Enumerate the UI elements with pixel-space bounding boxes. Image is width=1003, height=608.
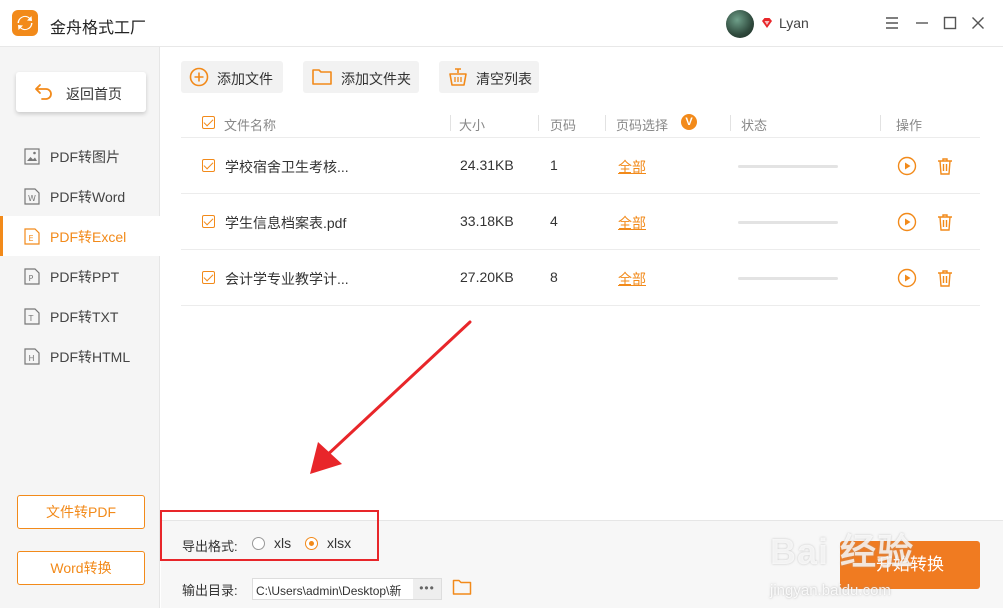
table-row[interactable]: 学生信息档案表.pdf 33.18KB 4 全部 [181,194,980,250]
sidebar-item-label: PDF转PPT [50,269,120,285]
sidebar-item-pdf-to-txt[interactable]: T PDF转TXT [0,296,160,336]
delete-icon[interactable] [935,268,955,288]
page-select-link[interactable]: 全部 [618,269,646,289]
maximize-icon[interactable] [939,12,961,34]
txt-file-icon: T [24,308,40,325]
add-folder-label: 添加文件夹 [341,71,411,87]
home-button-label: 返回首页 [66,86,122,102]
ppt-file-icon: P [24,268,40,285]
page-select-link[interactable]: 全部 [618,213,646,233]
app-logo-icon [12,10,38,36]
file-size: 24.31KB [460,157,514,173]
add-folder-button[interactable]: 添加文件夹 [303,61,419,93]
header-status: 状态 [741,118,768,133]
header-size: 大小 [459,118,486,133]
username[interactable]: Lyan [779,15,809,31]
file-size: 33.18KB [460,213,514,229]
sidebar-item-label: PDF转Word [50,189,126,205]
progress-bar [738,277,838,280]
image-file-icon [24,148,40,165]
broom-basket-icon [449,68,467,86]
folder-icon [312,69,332,85]
add-circle-icon [189,67,209,87]
svg-text:P: P [29,274,34,283]
page-count: 1 [550,157,558,173]
file-name: 学校宿舍卫生考核... [225,159,349,175]
table-row[interactable]: 会计学专业教学计... 27.20KB 8 全部 [181,250,980,306]
sidebar-item-label: PDF转Excel [50,229,127,245]
file-name: 学生信息档案表.pdf [225,215,347,231]
page-count: 8 [550,269,558,285]
app-title: 金舟格式工厂 [50,20,147,37]
sidebar-item-label: PDF转HTML [50,349,131,365]
annotation-arrow [310,320,472,474]
svg-text:T: T [28,314,34,323]
sidebar-item-pdf-to-image[interactable]: PDF转图片 [0,136,160,176]
word-file-icon: W [24,188,40,205]
home-button[interactable]: 返回首页 [16,72,146,112]
annotation-highlight-box [160,510,379,561]
open-folder-icon[interactable] [452,578,472,596]
table-header: 文件名称 大小 页码 页码选择 V 状态 操作 [181,108,980,138]
header-pages: 页码 [550,118,577,133]
row-checkbox[interactable] [202,159,215,172]
delete-icon[interactable] [935,212,955,232]
header-actions: 操作 [896,118,923,133]
sidebar-item-pdf-to-ppt[interactable]: P PDF转PPT [0,256,160,296]
title-bar: 金舟格式工厂 Lyan [0,0,1003,47]
svg-text:H: H [29,354,35,363]
file-size: 27.20KB [460,269,514,285]
page-count: 4 [550,213,558,229]
sidebar-item-pdf-to-excel[interactable]: E PDF转Excel [0,216,160,256]
page-select-link[interactable]: 全部 [618,157,646,177]
watermark: Bai 经验 [770,531,915,572]
select-all-checkbox[interactable] [202,116,215,129]
sidebar: 返回首页 PDF转图片 W PDF转Word E PDF转Excel P PDF… [0,47,160,608]
vip-diamond-icon [762,18,772,28]
minimize-icon[interactable] [911,12,933,34]
add-file-label: 添加文件 [217,71,273,87]
sidebar-item-pdf-to-html[interactable]: H PDF转HTML [0,336,160,376]
output-dir-label: 输出目录: [182,583,238,598]
clear-list-label: 清空列表 [476,71,532,87]
sidebar-item-label: PDF转图片 [50,149,120,165]
avatar[interactable] [726,10,754,38]
play-icon[interactable] [897,156,917,176]
word-convert-button[interactable]: Word转换 [17,551,145,585]
delete-icon[interactable] [935,156,955,176]
progress-bar [738,165,838,168]
html-file-icon: H [24,348,40,365]
table-row[interactable]: 学校宿舍卫生考核... 24.31KB 1 全部 [181,138,980,194]
play-icon[interactable] [897,212,917,232]
close-icon[interactable] [967,12,989,34]
sidebar-item-label: PDF转TXT [50,309,119,325]
add-file-button[interactable]: 添加文件 [181,61,283,93]
back-arrow-icon [35,84,52,100]
row-checkbox[interactable] [202,271,215,284]
file-to-pdf-button[interactable]: 文件转PDF [17,495,145,529]
excel-file-icon: E [24,228,40,245]
sidebar-item-pdf-to-word[interactable]: W PDF转Word [0,176,160,216]
browse-more-button[interactable]: ••• [413,579,441,599]
progress-bar [738,221,838,224]
file-name: 会计学专业教学计... [225,271,349,287]
header-page-select: 页码选择 [616,118,669,133]
header-file-name: 文件名称 [224,118,277,133]
play-icon[interactable] [897,268,917,288]
svg-text:E: E [29,234,34,243]
menu-icon[interactable] [881,12,903,34]
watermark-url: jingyan.baidu.com [770,582,891,599]
clear-list-button[interactable]: 清空列表 [439,61,539,93]
svg-text:W: W [28,194,36,203]
page-select-dropdown-badge[interactable]: V [681,114,697,130]
row-checkbox[interactable] [202,215,215,228]
